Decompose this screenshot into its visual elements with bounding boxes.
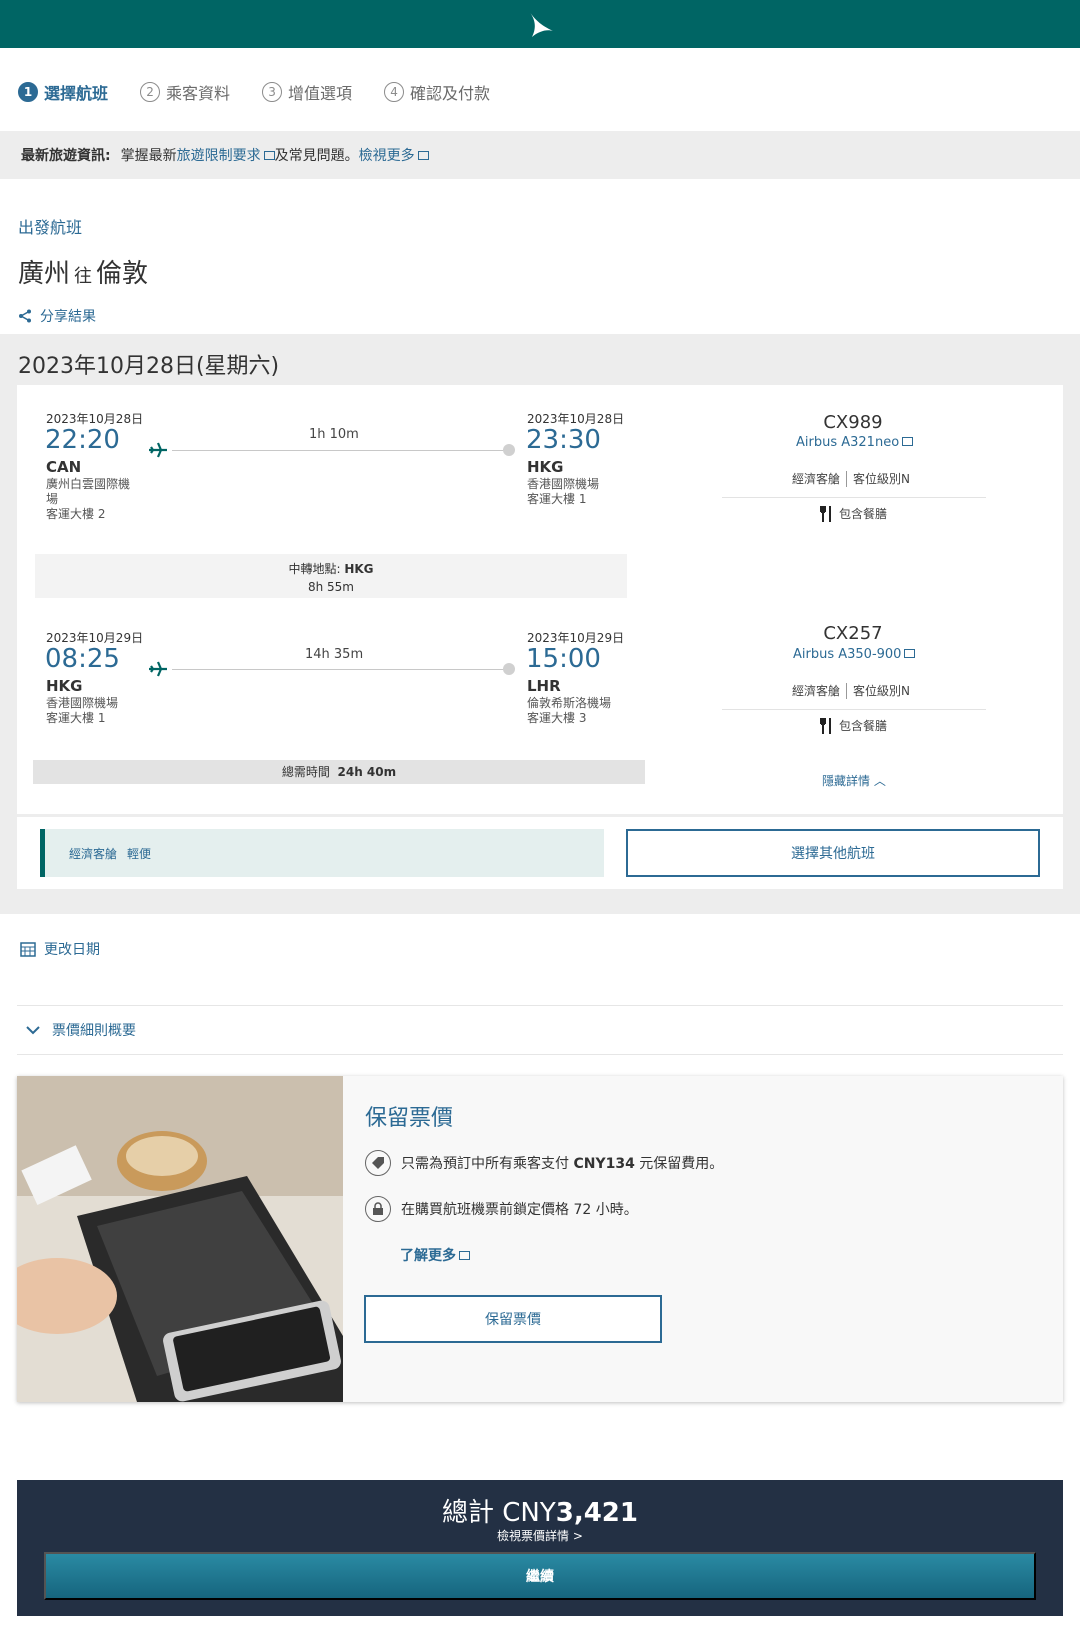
transit-info: 中轉地點: HKG 8h 55m	[35, 554, 627, 598]
calendar-icon	[20, 942, 36, 957]
divider	[17, 1005, 1063, 1006]
hold-duration-item: 在購買航班機票前鎖定價格 72 小時。	[365, 1196, 638, 1222]
step-label: 確認及付款	[410, 84, 491, 103]
step-number: 1	[18, 82, 38, 102]
fare-type: 輕便	[127, 846, 152, 861]
lock-price-icon	[365, 1196, 391, 1222]
segment2-dep-time: 08:25	[45, 644, 120, 674]
meal-icon	[820, 505, 831, 522]
segment1-arr-time: 23:30	[526, 425, 601, 455]
external-link-icon	[904, 649, 916, 658]
hold-fare-button[interactable]: 保留票價	[364, 1295, 662, 1343]
step-label: 乘客資料	[166, 84, 231, 103]
segment2-dep-code: HKG	[46, 677, 83, 695]
continue-button[interactable]: 繼續	[44, 1552, 1036, 1600]
segment1-flight-number: CX989	[823, 412, 883, 433]
segment1-dep-code: CAN	[46, 458, 82, 476]
segment1-line	[172, 450, 508, 451]
step-passenger-info: 2 乘客資料	[140, 80, 230, 104]
segment1-meal: 包含餐膳	[819, 505, 887, 522]
notice-text-2: 及常見問題。	[274, 148, 359, 164]
notice-label: 最新旅遊資訊:	[21, 148, 111, 164]
fare-rules-toggle[interactable]: 票價細則概要	[26, 1020, 136, 1040]
segment1-duration: 1h 10m	[309, 427, 359, 442]
segment2-dep-airport: 香港國際機場 客運大樓 1	[46, 696, 119, 725]
external-link-icon	[263, 151, 275, 160]
travel-notice: 最新旅遊資訊: 掌握最新 旅遊限制要求 及常見問題。 檢視更多	[0, 131, 1080, 179]
travel-restrictions-link[interactable]: 旅遊限制要求	[177, 145, 275, 165]
airline-logo-icon[interactable]	[523, 7, 557, 41]
divider	[17, 1054, 1063, 1055]
total-travel-time: 總需時間 24h 40m	[33, 760, 645, 784]
segment2-arrival-dot	[503, 663, 515, 675]
selected-fare: 經濟客艙 輕便	[40, 829, 604, 877]
segment2-meal: 包含餐膳	[819, 717, 887, 734]
segment1-dep-airport: 廣州白雲國際機場客運大樓 2	[46, 477, 131, 521]
meal-icon	[820, 717, 831, 734]
segment1-cabin-info: 經濟客艙 客位級別N	[792, 470, 910, 487]
fare-cabin: 經濟客艙	[69, 846, 118, 861]
tag-icon	[365, 1150, 391, 1176]
flight-date-header: 2023年10月28日(星期六)	[18, 354, 280, 379]
share-label: 分享結果	[40, 309, 96, 325]
segment2-aircraft-link[interactable]: Airbus A350-900	[793, 647, 916, 662]
booking-steps: 1 選擇航班 2 乘客資料 3 增值選項 4 確認及付款	[18, 80, 490, 104]
segment2-arr-airport: 倫敦希斯洛機場 客運大樓 3	[527, 696, 612, 725]
plane-icon	[149, 661, 167, 677]
chevron-down-icon	[26, 1026, 40, 1035]
hold-fare-title: 保留票價	[365, 1106, 454, 1131]
step-extras: 3 增值選項	[262, 80, 352, 104]
select-other-flight-button[interactable]: 選擇其他航班	[626, 829, 1040, 877]
route-origin: 廣州	[18, 259, 71, 289]
route-to: 往	[74, 266, 93, 287]
chevron-right-icon: >	[572, 1529, 583, 1543]
step-label: 增值選項	[288, 84, 353, 103]
step-number: 2	[140, 82, 161, 102]
segment1-aircraft-link[interactable]: Airbus A321neo	[796, 435, 914, 450]
chevron-up-icon: ︿	[873, 774, 886, 788]
segment2-line	[172, 669, 508, 670]
segment2-flight-number: CX257	[823, 623, 883, 644]
plane-icon	[149, 442, 167, 458]
notice-text: 掌握最新	[120, 148, 177, 164]
step-label: 選擇航班	[44, 84, 109, 103]
external-link-icon	[417, 151, 429, 160]
step-number: 3	[262, 82, 283, 102]
hide-details-link[interactable]: 隱藏詳情 ︿	[822, 772, 886, 789]
route-title: 廣州往倫敦	[18, 253, 148, 290]
change-date-link[interactable]: 更改日期	[20, 939, 100, 959]
segment1-dep-time: 22:20	[45, 425, 120, 455]
share-results-link[interactable]: 分享結果	[18, 306, 96, 326]
step-number: 4	[384, 82, 405, 102]
divider	[722, 709, 986, 710]
laptop-photo	[17, 1076, 343, 1402]
segment1-arr-airport: 香港國際機場 客運大樓 1	[527, 477, 600, 506]
view-fare-details-link[interactable]: 檢視票價詳情 >	[0, 1527, 1080, 1544]
top-bar	[0, 0, 1080, 48]
route-destination: 倫敦	[96, 259, 149, 289]
divider	[722, 497, 986, 498]
segment2-duration: 14h 35m	[305, 647, 364, 662]
segment1-arrival-dot	[503, 444, 515, 456]
external-link-icon	[902, 437, 914, 446]
step-confirm-pay: 4 確認及付款	[384, 80, 490, 104]
segment2-arr-code: LHR	[527, 677, 561, 695]
segment2-arr-time: 15:00	[526, 644, 601, 674]
share-icon	[19, 309, 31, 323]
step-select-flight: 1 選擇航班	[18, 80, 108, 104]
hold-fee-item: 只需為預訂中所有乘客支付 CNY134 元保留費用。	[365, 1150, 723, 1176]
total-price: 總計 CNY3,421	[441, 1498, 638, 1528]
segment1-arr-code: HKG	[527, 458, 564, 476]
learn-more-link[interactable]: 了解更多	[400, 1245, 470, 1265]
segment2-cabin-info: 經濟客艙 客位級別N	[792, 682, 910, 699]
outbound-label: 出發航班	[18, 218, 83, 237]
external-link-icon	[459, 1251, 470, 1260]
view-more-link[interactable]: 檢視更多	[359, 145, 429, 165]
